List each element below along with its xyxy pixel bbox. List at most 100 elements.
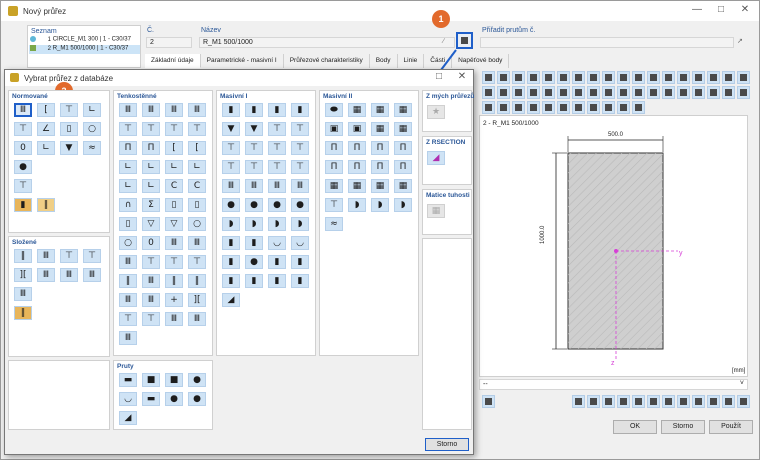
- trapezoid-icon[interactable]: ▯: [119, 217, 137, 231]
- i-thin-icon[interactable]: Ⅲ: [165, 312, 183, 326]
- solid-box-icon[interactable]: ▦: [348, 103, 366, 117]
- round-bar-icon[interactable]: ●: [188, 392, 206, 406]
- square-bar-icon[interactable]: ■: [142, 373, 160, 387]
- solid-box-icon[interactable]: ▦: [371, 122, 389, 136]
- solid-rounded-icon[interactable]: ▮: [291, 274, 309, 288]
- solid-tee-icon[interactable]: ⊤: [291, 122, 309, 136]
- solid-pile-icon[interactable]: ▮: [268, 255, 286, 269]
- tee-thin-icon[interactable]: ⊤: [119, 122, 137, 136]
- solid-i-icon[interactable]: Ⅲ: [222, 179, 240, 193]
- wave-profile-icon[interactable]: ≈: [83, 141, 101, 155]
- matrix-icon[interactable]: ▦: [427, 204, 445, 218]
- double-i-thin-icon[interactable]: ‖: [165, 274, 183, 288]
- solid-portal-icon[interactable]: Π: [348, 160, 366, 174]
- solid-portal-icon[interactable]: Π: [371, 141, 389, 155]
- flat-bar-icon[interactable]: ▬: [142, 392, 160, 406]
- timber-built-icon[interactable]: ‖: [14, 306, 32, 320]
- solid-u-icon[interactable]: ◗: [394, 198, 412, 212]
- solid-circle-icon[interactable]: ●: [245, 198, 263, 212]
- solid-double-tee-icon[interactable]: ⊤: [268, 160, 286, 174]
- solid-tee-icon[interactable]: ⊤: [268, 122, 286, 136]
- angle-icon[interactable]: ∟: [83, 103, 101, 117]
- tee-thin-icon[interactable]: ⊤: [142, 312, 160, 326]
- rsection-icon[interactable]: ◢: [427, 151, 445, 165]
- tee-thin-icon[interactable]: ⊤: [165, 122, 183, 136]
- i-thin-icon[interactable]: Ⅲ: [119, 103, 137, 117]
- solid-circle-icon[interactable]: ●: [268, 198, 286, 212]
- rectangle-tube-icon[interactable]: ▯: [60, 122, 78, 136]
- timber-section-icon[interactable]: ▮: [14, 198, 32, 212]
- solid-double-tee-icon[interactable]: ⊤: [291, 160, 309, 174]
- box-girder-icon[interactable]: Ⅲ: [119, 255, 137, 269]
- square-bar-icon[interactable]: ■: [165, 373, 183, 387]
- hat-thin-icon[interactable]: ∩: [119, 198, 137, 212]
- solid-portal-icon[interactable]: Π: [394, 160, 412, 174]
- solid-i-icon[interactable]: Ⅲ: [268, 179, 286, 193]
- solid-i-icon[interactable]: Ⅲ: [291, 179, 309, 193]
- flat-bar-icon[interactable]: ▬: [119, 373, 137, 387]
- solid-grid-icon[interactable]: ▦: [348, 179, 366, 193]
- glulam-section-icon[interactable]: ‖: [37, 198, 55, 212]
- solid-tee-icon[interactable]: ▼: [245, 122, 263, 136]
- i-built-icon[interactable]: Ⅲ: [14, 287, 32, 301]
- z-thin-icon[interactable]: ∟: [119, 179, 137, 193]
- tee-thin-icon[interactable]: ⊤: [142, 122, 160, 136]
- i-built-icon[interactable]: Ⅲ: [83, 268, 101, 282]
- rect-tube-icon[interactable]: ▯: [188, 198, 206, 212]
- i-thin-icon[interactable]: Ⅲ: [188, 103, 206, 117]
- solid-grid-icon[interactable]: ▦: [325, 179, 343, 193]
- angle-thin-icon[interactable]: ∟: [188, 160, 206, 174]
- star-icon[interactable]: ★: [427, 105, 445, 119]
- tee-icon[interactable]: ⊤: [60, 103, 78, 117]
- solid-u-icon[interactable]: ◗: [268, 217, 286, 231]
- pi-section-icon[interactable]: Π: [142, 141, 160, 155]
- solid-box-icon[interactable]: ▦: [394, 122, 412, 136]
- hat-section-icon[interactable]: ▼: [60, 141, 78, 155]
- angle-icon[interactable]: ∠: [37, 122, 55, 136]
- solid-portal-icon[interactable]: Π: [371, 160, 389, 174]
- solid-pile-icon[interactable]: ●: [245, 255, 263, 269]
- triangle-icon[interactable]: ▽: [165, 217, 183, 231]
- oval-tube-icon[interactable]: 0: [14, 141, 32, 155]
- channel-pair-icon[interactable]: Ⅲ: [37, 268, 55, 282]
- solid-rect-icon[interactable]: ▮: [222, 103, 240, 117]
- solid-box-icon[interactable]: ▦: [371, 103, 389, 117]
- i-tapered-icon[interactable]: Ⅲ: [188, 236, 206, 250]
- solid-cross-icon[interactable]: ▣: [348, 122, 366, 136]
- circle-tube-icon[interactable]: ○: [83, 122, 101, 136]
- solid-u-icon[interactable]: ◗: [348, 198, 366, 212]
- solid-box-icon[interactable]: ▦: [394, 103, 412, 117]
- double-c-icon[interactable]: Ⅲ: [188, 312, 206, 326]
- double-i-icon[interactable]: ‖: [14, 249, 32, 263]
- i-thin-icon[interactable]: Ⅲ: [142, 103, 160, 117]
- tee-thin-icon[interactable]: ⊤: [165, 255, 183, 269]
- round-bar-icon[interactable]: ●: [188, 373, 206, 387]
- triangle-icon[interactable]: ▽: [142, 217, 160, 231]
- tee-built-icon[interactable]: ⊤: [83, 249, 101, 263]
- solid-u-icon[interactable]: ◗: [245, 217, 263, 231]
- solid-pile-icon[interactable]: ▮: [222, 255, 240, 269]
- solid-grid-icon[interactable]: ▦: [371, 179, 389, 193]
- plus-section-icon[interactable]: +: [165, 293, 183, 307]
- solid-rect-icon[interactable]: ▮: [268, 103, 286, 117]
- rail-icon[interactable]: ●: [14, 160, 32, 174]
- tee-thin-icon[interactable]: ⊤: [188, 122, 206, 136]
- solid-rounded-icon[interactable]: ▮: [245, 274, 263, 288]
- tee-thin-icon[interactable]: ⊤: [119, 312, 137, 326]
- solid-u-icon[interactable]: ◗: [222, 217, 240, 231]
- angle-thin-icon[interactable]: ∟: [119, 160, 137, 174]
- solid-u-icon[interactable]: ◗: [371, 198, 389, 212]
- solid-portal-icon[interactable]: Π: [348, 141, 366, 155]
- half-round-bar-icon[interactable]: ◡: [119, 392, 137, 406]
- angle-thin-icon[interactable]: ∟: [165, 160, 183, 174]
- solid-tee-icon[interactable]: ⊤: [245, 141, 263, 155]
- solid-double-tee-icon[interactable]: ⊤: [222, 160, 240, 174]
- c-lipped-icon[interactable]: C: [188, 179, 206, 193]
- dialog-cancel-button[interactable]: Storno: [425, 438, 469, 451]
- circle-thin-icon[interactable]: ○: [188, 217, 206, 231]
- solid-oval-icon[interactable]: ⬬: [325, 103, 343, 117]
- sigma-icon[interactable]: Σ: [142, 198, 160, 212]
- i-beam-icon[interactable]: Ⅲ: [14, 103, 32, 117]
- z-thin-icon[interactable]: ∟: [142, 179, 160, 193]
- half-circle-icon[interactable]: ◡: [268, 236, 286, 250]
